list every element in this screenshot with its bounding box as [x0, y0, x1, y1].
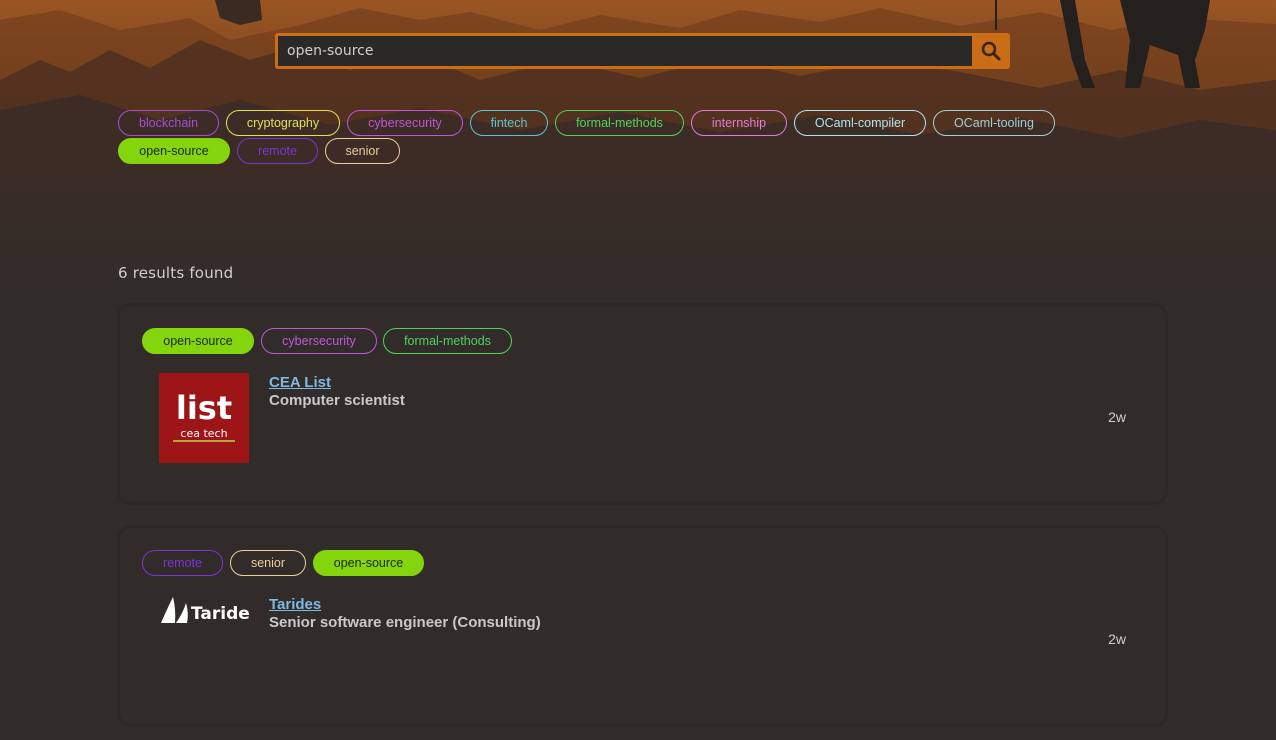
- company-logo: Tarides: [161, 597, 249, 624]
- company-link[interactable]: CEA List: [269, 374, 331, 391]
- logo-text-list: list: [176, 389, 232, 427]
- job-title: Senior software engineer (Consulting): [269, 614, 541, 631]
- posted-age: 2w: [1108, 409, 1126, 425]
- job-card: open-source cybersecurity formal-methods…: [117, 303, 1168, 505]
- filter-tag-senior[interactable]: senior: [325, 138, 400, 164]
- filter-tag-internship[interactable]: internship: [691, 110, 787, 136]
- job-tag-open-source[interactable]: open-source: [142, 328, 254, 354]
- search-button[interactable]: [972, 33, 1010, 69]
- search-input[interactable]: [275, 33, 973, 69]
- filter-tag-blockchain[interactable]: blockchain: [118, 110, 219, 136]
- job-tag-senior[interactable]: senior: [230, 550, 306, 576]
- job-tag-formal-methods[interactable]: formal-methods: [383, 328, 512, 354]
- filter-tag-formal-methods[interactable]: formal-methods: [555, 110, 684, 136]
- filter-tag-cybersecurity[interactable]: cybersecurity: [347, 110, 463, 136]
- filter-tag-fintech[interactable]: fintech: [470, 110, 548, 136]
- job-title: Computer scientist: [269, 392, 405, 409]
- job-card: remote senior open-source Tarides Taride…: [117, 525, 1168, 727]
- logo-text-tarides: Tarides: [191, 604, 249, 624]
- filter-tag-remote[interactable]: remote: [237, 138, 318, 164]
- company-link[interactable]: Tarides: [269, 596, 321, 613]
- filter-tag-ocaml-compiler[interactable]: OCaml-compiler: [794, 110, 926, 136]
- filter-tag-open-source[interactable]: open-source: [118, 138, 230, 164]
- logo-text-cea-tech: cea tech: [180, 427, 227, 440]
- posted-age: 2w: [1108, 631, 1126, 647]
- company-logo: list cea tech: [159, 373, 249, 463]
- job-tag-open-source[interactable]: open-source: [313, 550, 424, 576]
- job-tag-cybersecurity[interactable]: cybersecurity: [261, 328, 377, 354]
- filter-tag-cryptography[interactable]: cryptography: [226, 110, 340, 136]
- job-tag-remote[interactable]: remote: [142, 550, 223, 576]
- filter-tag-ocaml-tooling[interactable]: OCaml-tooling: [933, 110, 1055, 136]
- results-count: 6 results found: [118, 264, 234, 282]
- search-icon: [981, 41, 1001, 61]
- search-bar: [275, 33, 1010, 69]
